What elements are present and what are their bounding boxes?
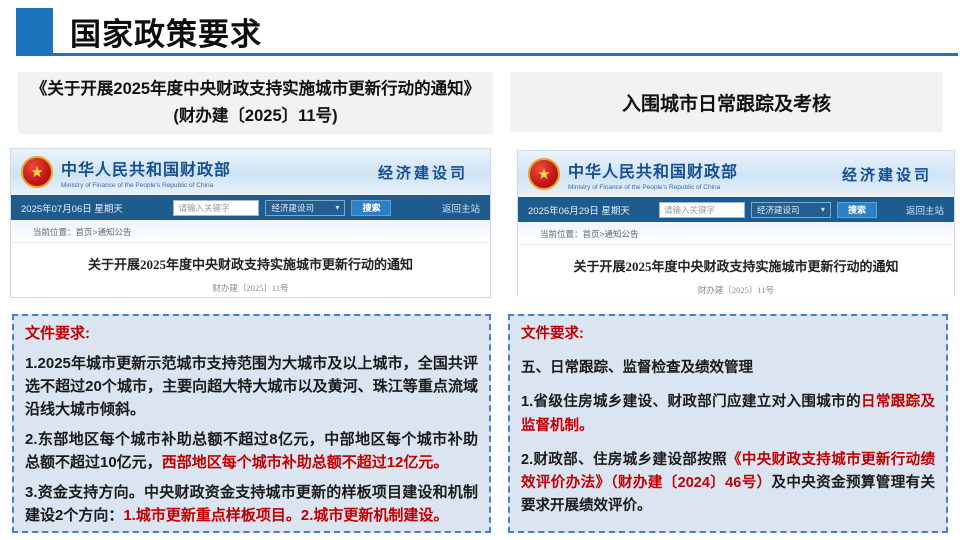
national-emblem-icon: ★ <box>21 156 53 188</box>
search-button[interactable]: 搜索 <box>351 200 391 216</box>
notice-title-line1: 《关于开展2025年度中央财政支持实施城市更新行动的通知》 <box>31 76 480 103</box>
requirement-paragraph: 1.2025年城市更新示范城市支持范围为大城市及以上城市，全国共评选不超过20个… <box>25 353 478 422</box>
requirement-paragraph: 五、日常跟踪、监督检查及绩效管理 <box>521 357 935 380</box>
emblem-star-icon: ★ <box>537 167 550 182</box>
requirements-label: 文件要求: <box>521 323 935 346</box>
home-link[interactable]: 返回主站 <box>906 203 944 217</box>
search-input[interactable] <box>173 200 259 216</box>
nav-date: 2025年07月06日 星期天 <box>21 201 123 215</box>
breadcrumb: 当前位置：首页>通知公告 <box>11 220 490 243</box>
requirements-label: 文件要求: <box>25 323 478 346</box>
emblem-star-icon: ★ <box>30 165 43 180</box>
home-link[interactable]: 返回主站 <box>442 201 480 215</box>
mof-site-header: ★ 中华人民共和国财政部 Ministry of Finance of the … <box>11 149 490 195</box>
mof-site-navbar: 2025年06月29日 星期天 经济建设司 ▾ 搜索 返回主站 <box>518 197 954 222</box>
title-underline <box>16 53 958 56</box>
org-name-en: Ministry of Finance of the People's Repu… <box>568 184 738 191</box>
dept-select-value: 经济建设司 <box>271 202 314 214</box>
mof-site-navbar: 2025年07月06日 星期天 经济建设司 ▾ 搜索 返回主站 <box>11 195 490 220</box>
search-input[interactable] <box>659 202 745 218</box>
mof-site-header: ★ 中华人民共和国财政部 Ministry of Finance of the … <box>518 151 954 197</box>
org-name-cn: 中华人民共和国财政部 <box>61 156 231 180</box>
org-name-block: 中华人民共和国财政部 Ministry of Finance of the Pe… <box>568 158 738 191</box>
requirement-paragraph: 1.省级住房城乡建设、财政部门应建立对入围城市的日常跟踪及监督机制。 <box>521 391 935 437</box>
national-emblem-icon: ★ <box>528 158 560 190</box>
dept-select-value: 经济建设司 <box>757 204 800 216</box>
title-accent-square <box>16 8 53 53</box>
chevron-down-icon: ▾ <box>821 205 825 214</box>
org-name-block: 中华人民共和国财政部 Ministry of Finance of the Pe… <box>61 156 231 189</box>
chevron-down-icon: ▾ <box>335 203 339 212</box>
dept-name: 经济建设司 <box>378 162 468 183</box>
page-title: 国家政策要求 <box>70 9 262 54</box>
tracking-title-box: 入围城市日常跟踪及考核 <box>510 72 943 132</box>
requirements-box-left: 文件要求: 1.2025年城市更新示范城市支持范围为大城市及以上城市，全国共评选… <box>12 314 491 533</box>
tracking-title: 入围城市日常跟踪及考核 <box>622 89 831 116</box>
mof-site-left: ★ 中华人民共和国财政部 Ministry of Finance of the … <box>10 148 491 298</box>
org-name-en: Ministry of Finance of the People's Repu… <box>61 182 231 189</box>
dept-select[interactable]: 经济建设司 ▾ <box>751 202 831 218</box>
article-title: 关于开展2025年度中央财政支持实施城市更新行动的通知 <box>11 254 490 273</box>
notice-title-line2: (财办建〔2025〕11号) <box>173 103 337 130</box>
article-title: 关于开展2025年度中央财政支持实施城市更新行动的通知 <box>518 256 954 275</box>
requirement-paragraph: 2.财政部、住房城乡建设部按照《中央财政支持城市更新行动绩效评价办法》（财办建〔… <box>521 449 935 519</box>
doc-number: 财办建〔2025〕11号 <box>11 282 490 294</box>
article-area: 关于开展2025年度中央财政支持实施城市更新行动的通知 财办建〔2025〕11号 <box>518 245 954 296</box>
requirement-paragraph: 2.东部地区每个城市补助总额不超过8亿元，中部地区每个城市补助总额不超过10亿元… <box>25 429 478 475</box>
requirements-box-right: 文件要求: 五、日常跟踪、监督检查及绩效管理 1.省级住房城乡建设、财政部门应建… <box>508 314 948 533</box>
doc-number: 财办建〔2025〕11号 <box>518 284 954 296</box>
requirement-paragraph: 3.资金支持方向。中央财政资金支持城市更新的样板项目建设和机制建设2个方向：1.… <box>25 482 478 528</box>
notice-title-box: 《关于开展2025年度中央财政支持实施城市更新行动的通知》 (财办建〔2025〕… <box>18 72 493 134</box>
search-button[interactable]: 搜索 <box>837 202 877 218</box>
org-name-cn: 中华人民共和国财政部 <box>568 158 738 182</box>
slide: 国家政策要求 《关于开展2025年度中央财政支持实施城市更新行动的通知》 (财办… <box>0 0 960 540</box>
article-area: 关于开展2025年度中央财政支持实施城市更新行动的通知 财办建〔2025〕11号 <box>11 243 490 297</box>
dept-select[interactable]: 经济建设司 ▾ <box>265 200 345 216</box>
mof-site-right: ★ 中华人民共和国财政部 Ministry of Finance of the … <box>517 150 955 296</box>
nav-date: 2025年06月29日 星期天 <box>528 203 630 217</box>
dept-name: 经济建设司 <box>842 164 932 185</box>
breadcrumb: 当前位置：首页>通知公告 <box>518 222 954 245</box>
